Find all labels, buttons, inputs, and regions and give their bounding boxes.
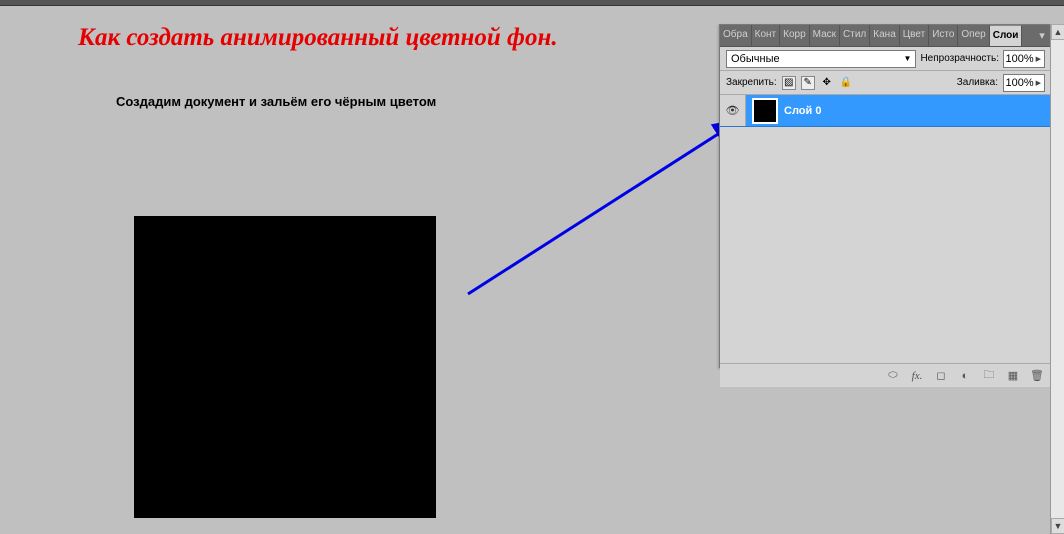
layer-mask-icon[interactable]: ◻ [933, 368, 949, 384]
visibility-toggle[interactable]: 👁 [720, 95, 746, 126]
lock-label: Закрепить: [726, 77, 777, 88]
instruction-text: Создадим документ и зальём его чёрным цв… [116, 94, 436, 109]
lock-all-icon[interactable]: 🔒 [839, 76, 853, 90]
layers-empty-area [720, 127, 1051, 363]
app-top-bar [0, 0, 1064, 6]
eye-icon: 👁 [726, 104, 740, 117]
page-title: Как создать анимированный цветной фон. [78, 24, 558, 52]
link-layers-icon[interactable]: ⬭ [885, 368, 901, 384]
new-layer-icon[interactable]: ▦ [1005, 368, 1021, 384]
tab-tsvet[interactable]: Цвет [900, 25, 929, 46]
tab-isto[interactable]: Исто [929, 25, 958, 46]
opacity-value: 100% [1005, 53, 1033, 65]
tab-kana[interactable]: Кана [870, 25, 899, 46]
layers-panel: Обра Конт Корр Маск Стил Кана Цвет Исто … [719, 24, 1052, 368]
layer-name[interactable]: Слой 0 [784, 105, 821, 117]
tab-korr[interactable]: Корр [780, 25, 810, 46]
fill-value: 100% [1005, 77, 1033, 89]
chevron-right-icon: ▶ [1036, 79, 1041, 87]
tab-obra[interactable]: Обра [720, 25, 752, 46]
tab-layers[interactable]: Слои [990, 25, 1023, 46]
fill-label: Заливка: [957, 77, 998, 88]
vertical-scrollbar[interactable]: ▲ ▼ [1050, 24, 1064, 534]
layers-panel-footer: ⬭ fx. ◻ ◐ 🗀 ▦ 🗑 [720, 363, 1051, 387]
layer-row[interactable]: 👁 Слой 0 [720, 95, 1051, 127]
tab-kont[interactable]: Конт [752, 25, 781, 46]
opacity-label: Непрозрачность: [920, 53, 999, 64]
lock-fill-row: Закрепить: ▨ ✎ ✥ 🔒 Заливка: 100% ▶ [720, 71, 1051, 95]
lock-transparency-icon[interactable]: ▨ [782, 76, 796, 90]
lock-pixels-icon[interactable]: ✎ [801, 76, 815, 90]
adjustment-layer-icon[interactable]: ◐ [957, 368, 973, 384]
blend-mode-value: Обычные [731, 53, 780, 65]
blend-opacity-row: Обычные ▼ Непрозрачность: 100% ▶ [720, 47, 1051, 71]
panel-tabs: Обра Конт Корр Маск Стил Кана Цвет Исто … [720, 25, 1051, 47]
scroll-down-icon[interactable]: ▼ [1051, 518, 1064, 534]
blend-mode-select[interactable]: Обычные ▼ [726, 50, 916, 68]
fill-input[interactable]: 100% ▶ [1003, 74, 1045, 92]
tab-oper[interactable]: Опер [958, 25, 989, 46]
chevron-right-icon: ▶ [1036, 55, 1041, 63]
delete-layer-icon[interactable]: 🗑 [1029, 368, 1045, 384]
layer-group-icon[interactable]: 🗀 [981, 368, 997, 384]
tab-stil[interactable]: Стил [840, 25, 870, 46]
panel-menu-icon[interactable]: ▾ [1033, 25, 1051, 46]
opacity-input[interactable]: 100% ▶ [1003, 50, 1045, 68]
layer-fx-icon[interactable]: fx. [909, 368, 925, 384]
scroll-up-icon[interactable]: ▲ [1051, 24, 1064, 40]
chevron-down-icon: ▼ [904, 54, 912, 63]
tab-mask[interactable]: Маск [810, 25, 840, 46]
lock-position-icon[interactable]: ✥ [820, 76, 834, 90]
canvas-black-fill [134, 216, 436, 518]
layer-thumbnail[interactable] [752, 98, 778, 124]
